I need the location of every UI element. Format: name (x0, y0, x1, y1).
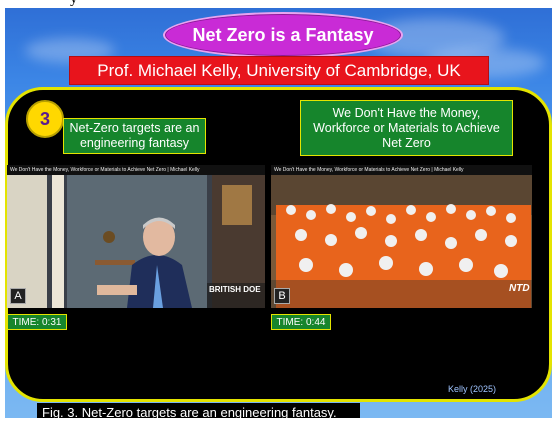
video-left-letter: A (10, 288, 26, 304)
video-left-title: We Don't Have the Money, Workforce or Ma… (10, 167, 200, 173)
right-time: TIME: 0:44 (276, 316, 326, 328)
left-time: TIME: 0:31 (12, 316, 62, 328)
left-label-box: Net-Zero targets are an engineering fant… (63, 118, 206, 154)
video-left-watermark: BRITISH DOE (209, 285, 261, 294)
subtitle: Prof. Michael Kelly, University of Cambr… (97, 60, 461, 80)
video-right-watermark: NTD (509, 283, 530, 294)
video-right-letter: B (274, 288, 290, 304)
video-right-frame (271, 165, 532, 308)
slide-number-badge: 3 (26, 100, 64, 138)
video-right[interactable]: We Don't Have the Money, Workforce or Ma… (271, 165, 532, 308)
right-label-box: We Don't Have the Money, Workforce or Ma… (300, 100, 513, 156)
title-banner: Net Zero is a Fantasy (163, 12, 403, 58)
video-right-title: We Don't Have the Money, Workforce or Ma… (274, 167, 464, 173)
right-label: We Don't Have the Money, Workforce or Ma… (313, 105, 500, 150)
video-left[interactable]: We Don't Have the Money, Workforce or Ma… (7, 165, 265, 308)
page-title: Net Zero is a Fantasy (192, 24, 374, 45)
left-time-box: TIME: 0:31 (7, 314, 67, 330)
credit-text: Kelly (2025) (448, 384, 497, 394)
subtitle-banner: Prof. Michael Kelly, University of Cambr… (69, 56, 489, 85)
left-label: Net-Zero targets are an engineering fant… (69, 121, 200, 150)
top-text: y (70, 0, 78, 8)
right-time-box: TIME: 0:44 (271, 314, 331, 330)
slide-number: 3 (39, 108, 50, 129)
